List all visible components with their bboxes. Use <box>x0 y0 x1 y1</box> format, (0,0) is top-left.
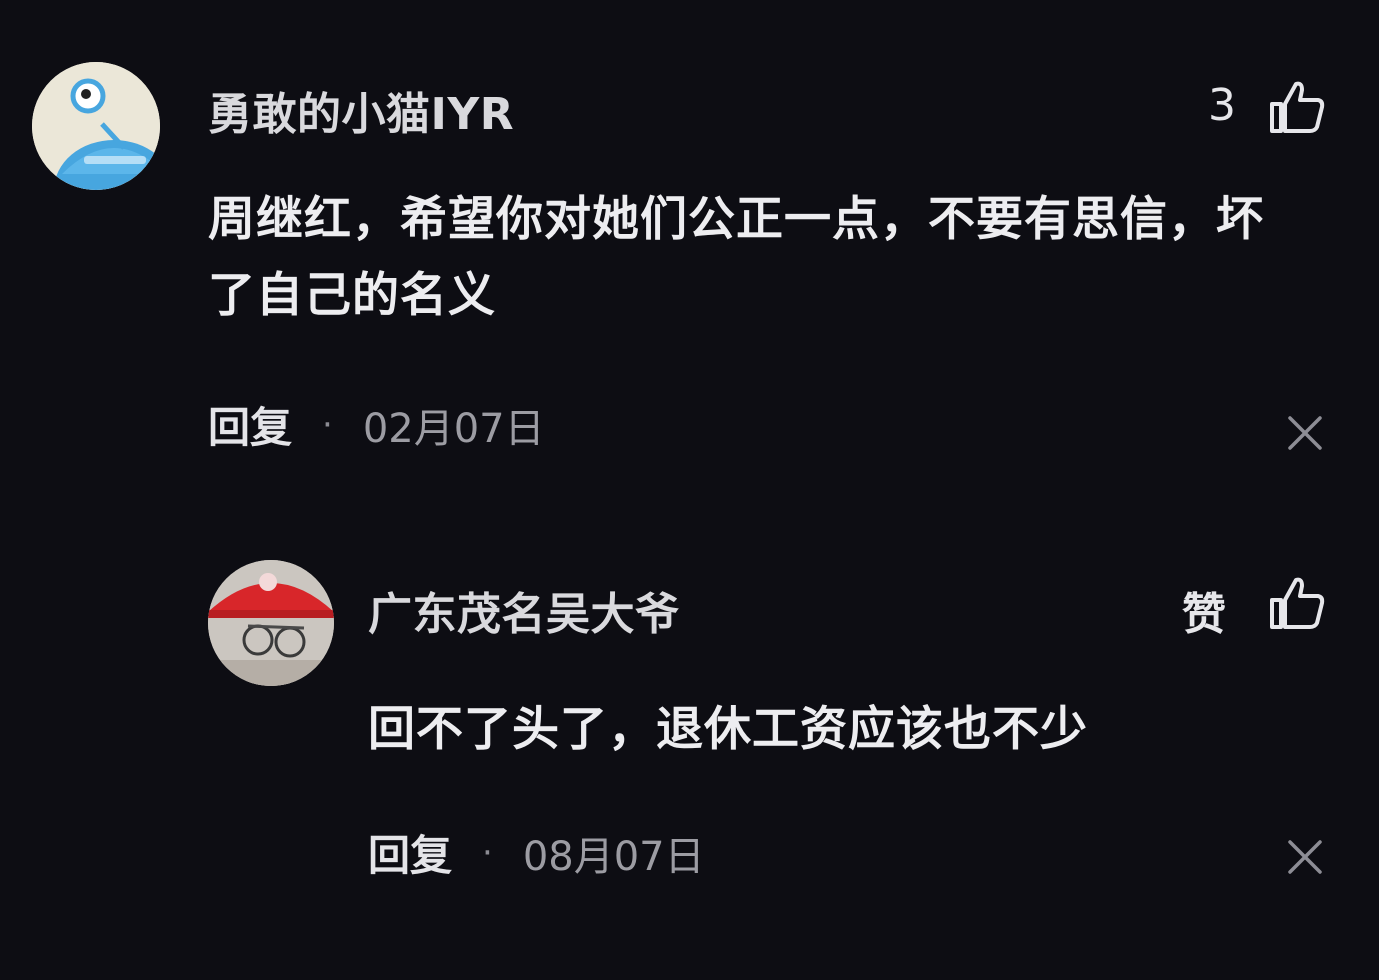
close-icon[interactable] <box>1286 414 1326 454</box>
comment-text: 回不了头了，退休工资应该也不少 <box>368 702 1088 757</box>
username[interactable]: 广东茂名吴大爷 <box>368 578 680 642</box>
close-icon[interactable] <box>1286 838 1326 878</box>
username[interactable]: 勇敢的小猫IYR <box>208 78 514 142</box>
comment-meta: 回复 · 02月07日 <box>208 394 545 455</box>
avatar[interactable] <box>32 62 160 190</box>
comment-thread: 勇敢的小猫IYR 3 周继红，希望你对她们公正一点，不要有思信，坏了自己的名义 … <box>0 0 1379 980</box>
separator: · <box>482 832 493 873</box>
avatar[interactable] <box>208 560 334 686</box>
comment-text: 周继红，希望你对她们公正一点，不要有思信，坏了自己的名义 <box>208 192 1264 323</box>
avatar-photo-icon <box>208 560 334 686</box>
comment-date: 02月07日 <box>362 405 545 452</box>
avatar-cartoon-icon <box>32 62 160 190</box>
thumbs-up-icon[interactable] <box>1268 574 1326 632</box>
reply-button[interactable]: 回复 <box>368 822 452 883</box>
comment-date: 08月07日 <box>522 833 705 880</box>
reply-button[interactable]: 回复 <box>208 394 292 455</box>
like-count: 3 <box>1208 80 1236 131</box>
like-label: 赞 <box>1182 589 1226 640</box>
thumbs-up-icon[interactable] <box>1268 78 1326 136</box>
comment-meta: 回复 · 08月07日 <box>368 822 705 883</box>
separator: · <box>322 404 333 445</box>
